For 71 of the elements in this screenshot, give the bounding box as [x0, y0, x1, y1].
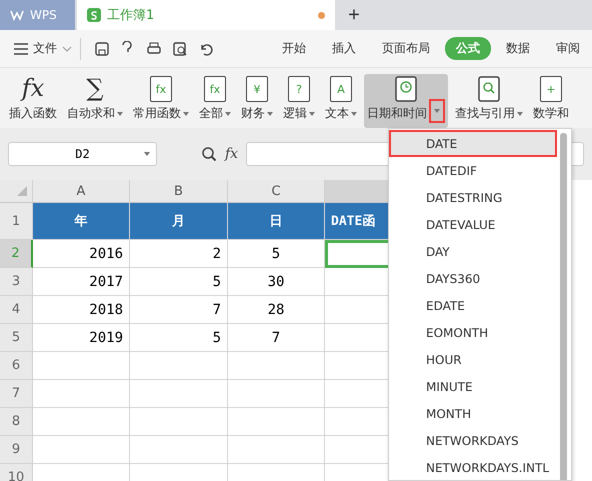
chevron-icon: [62, 46, 72, 52]
function-option[interactable]: NETWORKDAYS.INTL: [389, 454, 557, 480]
header-cell: 日: [228, 203, 325, 240]
print-icon[interactable]: [146, 40, 162, 56]
ribbon-button[interactable]: ? 逻辑: [280, 74, 318, 128]
function-icon: ∑: [86, 74, 104, 102]
document-tab[interactable]: 工作簿1: [77, 0, 335, 30]
caret-icon: [144, 152, 150, 156]
ribbon-button[interactable]: ∑ 自动求和: [64, 74, 126, 128]
table-cell: 2017: [33, 268, 130, 296]
row-header[interactable]: 4: [0, 296, 33, 324]
row-header[interactable]: 7: [0, 380, 33, 408]
ribbon-button[interactable]: + 数学和: [530, 74, 572, 128]
function-option[interactable]: DATE: [389, 130, 557, 157]
name-box[interactable]: D2: [8, 142, 157, 166]
table-cell: 7: [130, 296, 228, 324]
table-cell: 2016: [33, 240, 130, 268]
table-cell: 5: [130, 324, 228, 352]
column-header[interactable]: A: [33, 180, 130, 203]
new-tab-button[interactable]: +: [341, 0, 367, 30]
row-header[interactable]: 1: [0, 203, 33, 240]
spreadsheet-icon: [87, 8, 101, 22]
function-book-icon: ¥: [246, 76, 268, 102]
scrollbar-thumb[interactable]: [560, 133, 567, 480]
ribbon-button[interactable]: 日期和时间: [364, 74, 448, 128]
save-icon[interactable]: [94, 40, 110, 56]
menu-tab[interactable]: 审阅: [545, 37, 591, 60]
table-cell: 2018: [33, 296, 130, 324]
row-header[interactable]: 3: [0, 268, 33, 296]
menu-tab[interactable]: 插入: [321, 37, 367, 60]
ribbon-button[interactable]: fx 常用函数: [130, 74, 192, 128]
fx-label[interactable]: fx: [225, 146, 238, 162]
function-book-icon: A: [330, 76, 352, 102]
menu-tab[interactable]: 数据: [495, 37, 541, 60]
menu-tab[interactable]: 页面布局: [371, 37, 441, 60]
row-header[interactable]: 8: [0, 408, 33, 436]
function-book-icon: ?: [288, 76, 310, 102]
ribbon-button[interactable]: A 文本: [322, 74, 360, 128]
column-header[interactable]: C: [228, 180, 325, 203]
row-header[interactable]: 6: [0, 352, 33, 380]
logo-icon: [10, 9, 24, 21]
function-book-icon: +: [540, 76, 562, 102]
table-cell: 5: [228, 240, 325, 268]
table-cell: 7: [228, 324, 325, 352]
ribbon-button[interactable]: fx 全部: [196, 74, 234, 128]
ribbon-button[interactable]: ¥ 财务: [238, 74, 276, 128]
function-icon: fx: [22, 74, 44, 102]
ribbon-button[interactable]: 查找与引用: [452, 74, 526, 128]
header-cell: 年: [33, 203, 130, 240]
document-title: 工作簿1: [107, 7, 154, 24]
column-header[interactable]: B: [130, 180, 228, 203]
row-header[interactable]: 5: [0, 324, 33, 352]
table-cell: 2: [130, 240, 228, 268]
table-cell: 5: [130, 268, 228, 296]
menu-tab[interactable]: 开始: [271, 37, 317, 60]
row-header[interactable]: 9: [0, 436, 33, 464]
table-cell: 28: [228, 296, 325, 324]
zoom-icon[interactable]: [201, 146, 217, 162]
print-preview-icon[interactable]: [172, 40, 188, 56]
clock-book-icon: [395, 76, 417, 102]
file-menu[interactable]: 文件: [14, 40, 72, 57]
search-book-icon: [478, 76, 500, 102]
function-book-icon: fx: [150, 76, 172, 102]
table-cell: 30: [228, 268, 325, 296]
app-name: WPS: [30, 8, 57, 22]
table-cell: 2019: [33, 324, 130, 352]
function-book-icon: fx: [204, 76, 226, 102]
row-header[interactable]: 10: [0, 464, 33, 481]
menu-icon: [14, 42, 28, 54]
ribbon-button[interactable]: fx 插入函数: [6, 74, 60, 128]
header-cell: 月: [130, 203, 228, 240]
